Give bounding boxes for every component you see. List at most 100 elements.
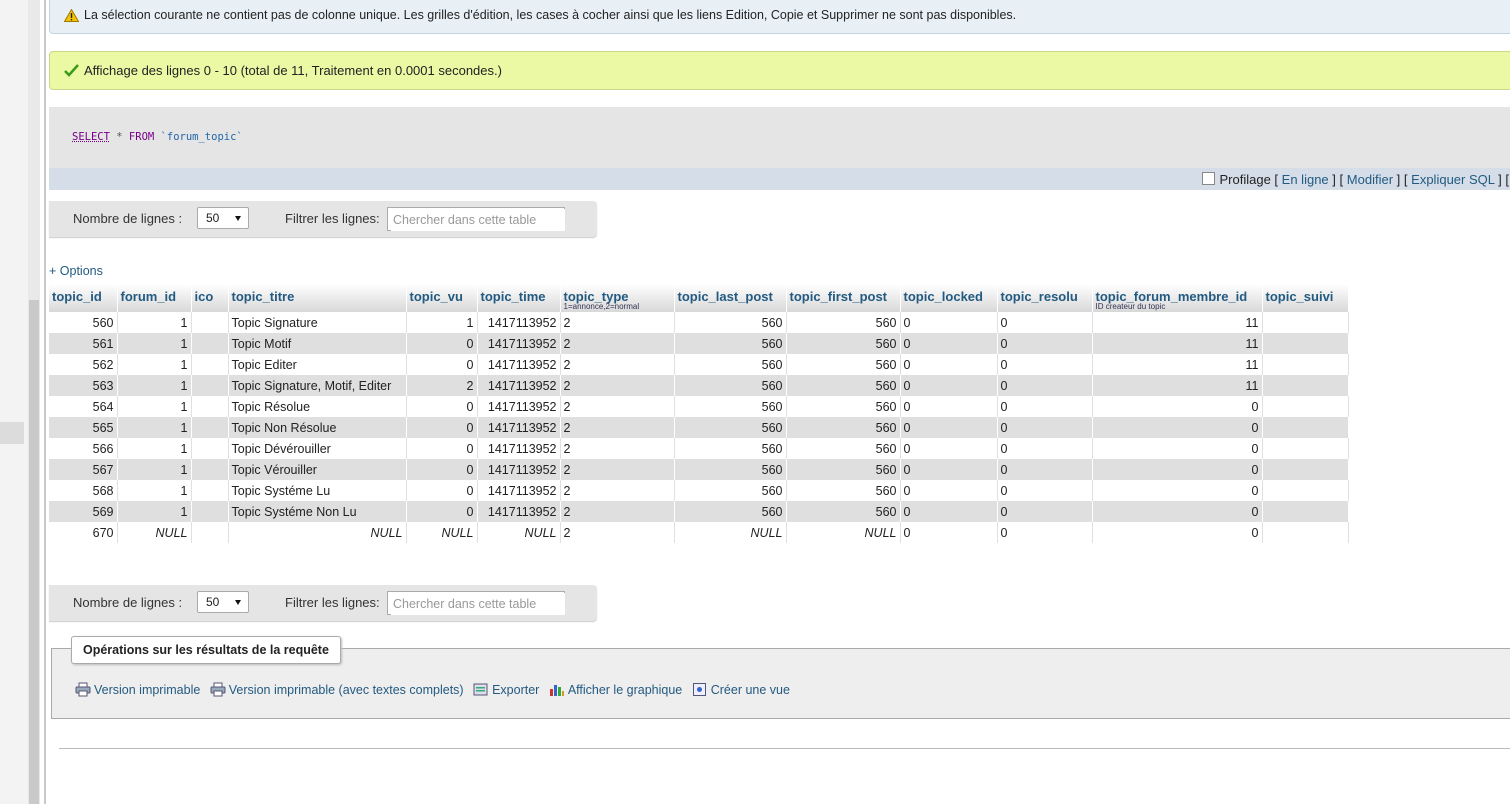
view-icon bbox=[692, 683, 706, 696]
cell-topic-time: 1417113952 bbox=[477, 501, 561, 522]
cell-topic-time: 1417113952 bbox=[477, 375, 561, 396]
cell-topic-titre: Topic Dévérouiller bbox=[228, 438, 407, 459]
cell-topic-last-post: 560 bbox=[674, 396, 787, 417]
cell-ico bbox=[191, 375, 229, 396]
print-view-link[interactable]: Version imprimable bbox=[94, 683, 200, 697]
bracket: [ bbox=[1505, 172, 1509, 187]
create-view-button[interactable]: Créer une vue bbox=[692, 682, 790, 697]
cell-topic-vu: 0 bbox=[406, 417, 478, 438]
cell-topic-vu: 0 bbox=[406, 354, 478, 375]
scrollbar-thumb[interactable] bbox=[29, 300, 39, 804]
checkmark-icon bbox=[64, 64, 79, 80]
filter-input-wrapper bbox=[387, 591, 565, 615]
column-header-topic-type[interactable]: topic_type 1=annonce,2=normal bbox=[560, 284, 675, 312]
sql-toolbar: Profilage [ En ligne ] [ Modifier ] [ Ex… bbox=[49, 168, 1510, 190]
filter-input[interactable] bbox=[391, 593, 565, 615]
column-header-topic-forum-membre-id[interactable]: topic_forum_membre_id ID createur du topi… bbox=[1092, 284, 1263, 312]
inline-edit-link[interactable]: En ligne bbox=[1282, 172, 1329, 187]
column-header-topic-id[interactable]: topic_id bbox=[49, 284, 118, 312]
rows-select[interactable]: 50 bbox=[197, 591, 249, 613]
column-header-ico[interactable]: ico bbox=[191, 284, 229, 312]
warning-icon bbox=[63, 8, 80, 25]
bracket: [ bbox=[1339, 172, 1344, 187]
print-view-button[interactable]: Version imprimable bbox=[75, 682, 200, 697]
cell-topic-resolu: 0 bbox=[997, 522, 1093, 543]
options-link[interactable]: + Options bbox=[49, 264, 103, 278]
cell-topic-first-post: 560 bbox=[786, 354, 901, 375]
cell-topic-titre: NULL bbox=[228, 522, 407, 543]
column-header-forum-id[interactable]: forum_id bbox=[117, 284, 192, 312]
cell-topic-vu: 0 bbox=[406, 501, 478, 522]
column-header-topic-suivi[interactable]: topic_suivi bbox=[1262, 284, 1349, 312]
column-header-topic-vu[interactable]: topic_vu bbox=[406, 284, 478, 312]
create-view-link[interactable]: Créer une vue bbox=[711, 683, 790, 697]
export-button[interactable]: Exporter bbox=[473, 682, 539, 697]
cell-topic-titre: Topic Résolue bbox=[228, 396, 407, 417]
modify-link[interactable]: Modifier bbox=[1347, 172, 1393, 187]
cell-forum-id: 1 bbox=[117, 375, 192, 396]
profiling-checkbox[interactable] bbox=[1202, 172, 1216, 185]
explain-sql-link[interactable]: Expliquer SQL bbox=[1411, 172, 1494, 187]
cell-topic-time: 1417113952 bbox=[477, 438, 561, 459]
column-header-topic-locked[interactable]: topic_locked bbox=[900, 284, 998, 312]
print-full-button[interactable]: Version imprimable (avec textes complets… bbox=[210, 682, 464, 697]
table-body: 560 1 Topic Signature 1 1417113952 2 560 560 0 0 1… bbox=[49, 312, 1349, 543]
cell-topic-type: 2 bbox=[560, 333, 675, 354]
rows-select[interactable]: 50 bbox=[197, 207, 249, 229]
cell-topic-time: 1417113952 bbox=[477, 417, 561, 438]
cell-topic-type: 2 bbox=[560, 396, 675, 417]
pane-divider[interactable] bbox=[44, 0, 46, 804]
show-chart-button[interactable]: Afficher le graphique bbox=[549, 682, 682, 697]
print-full-link[interactable]: Version imprimable (avec textes complets… bbox=[229, 683, 464, 697]
filter-input-wrapper bbox=[387, 207, 565, 231]
cell-topic-id: 568 bbox=[49, 480, 118, 501]
cell-topic-time: 1417113952 bbox=[477, 354, 561, 375]
cell-topic-last-post: 560 bbox=[674, 333, 787, 354]
cell-forum-id: 1 bbox=[117, 501, 192, 522]
sql-keyword-select[interactable]: SELECT bbox=[72, 131, 110, 143]
column-name: topic_vu bbox=[409, 289, 463, 304]
sql-keyword-from: FROM bbox=[128, 131, 155, 143]
show-chart-link[interactable]: Afficher le graphique bbox=[568, 683, 682, 697]
cell-topic-last-post: 560 bbox=[674, 459, 787, 480]
export-link[interactable]: Exporter bbox=[492, 683, 539, 697]
cell-topic-last-post: 560 bbox=[674, 375, 787, 396]
cell-topic-titre: Topic Non Résolue bbox=[228, 417, 407, 438]
cell-topic-suivi bbox=[1262, 522, 1349, 543]
navigation-bar-bottom: Nombre de lignes : 50 Filtrer les lignes… bbox=[49, 585, 597, 621]
cell-topic-locked: 0 bbox=[900, 438, 998, 459]
cell-ico bbox=[191, 396, 229, 417]
column-header-topic-titre[interactable]: topic_titre bbox=[228, 284, 407, 312]
cell-topic-titre: Topic Systéme Lu bbox=[228, 480, 407, 501]
cell-topic-last-post: NULL bbox=[674, 522, 787, 543]
navigation-bar-top: Nombre de lignes : 50 Filtrer les lignes… bbox=[49, 201, 597, 237]
cell-ico bbox=[191, 522, 229, 543]
cell-topic-forum-membre-id: 0 bbox=[1092, 396, 1263, 417]
column-name: ico bbox=[194, 289, 214, 304]
column-header-topic-last-post[interactable]: topic_last_post bbox=[674, 284, 787, 312]
selected-nav-item[interactable] bbox=[0, 422, 24, 444]
cell-topic-locked: 0 bbox=[900, 396, 998, 417]
chevron-down-icon bbox=[235, 600, 241, 605]
cell-topic-suivi bbox=[1262, 333, 1349, 354]
cell-topic-first-post: 560 bbox=[786, 312, 901, 333]
table-row: 560 1 Topic Signature 1 1417113952 2 560 560 0 0 1… bbox=[49, 312, 1349, 333]
cell-topic-titre: Topic Motif bbox=[228, 333, 407, 354]
cell-topic-id: 560 bbox=[49, 312, 118, 333]
cell-topic-locked: 0 bbox=[900, 522, 998, 543]
navigation-scrollbar[interactable] bbox=[28, 0, 40, 804]
filter-label: Filtrer les lignes: bbox=[285, 595, 380, 610]
column-header-topic-resolu[interactable]: topic_resolu bbox=[997, 284, 1093, 312]
filter-input[interactable] bbox=[391, 209, 565, 231]
bracket: ] bbox=[1396, 172, 1401, 187]
chevron-down-icon bbox=[235, 216, 241, 221]
table-row: 562 1 Topic Editer 0 1417113952 2 560 560 0 0 11 bbox=[49, 354, 1349, 375]
cell-forum-id: NULL bbox=[117, 522, 192, 543]
cell-topic-id: 562 bbox=[49, 354, 118, 375]
rows-select-value: 50 bbox=[206, 211, 220, 225]
column-header-topic-first-post[interactable]: topic_first_post bbox=[786, 284, 901, 312]
table-row: 566 1 Topic Dévérouiller 0 1417113952 2 560 560… bbox=[49, 438, 1349, 459]
cell-topic-suivi bbox=[1262, 375, 1349, 396]
column-header-topic-time[interactable]: topic_time bbox=[477, 284, 561, 312]
cell-ico bbox=[191, 480, 229, 501]
